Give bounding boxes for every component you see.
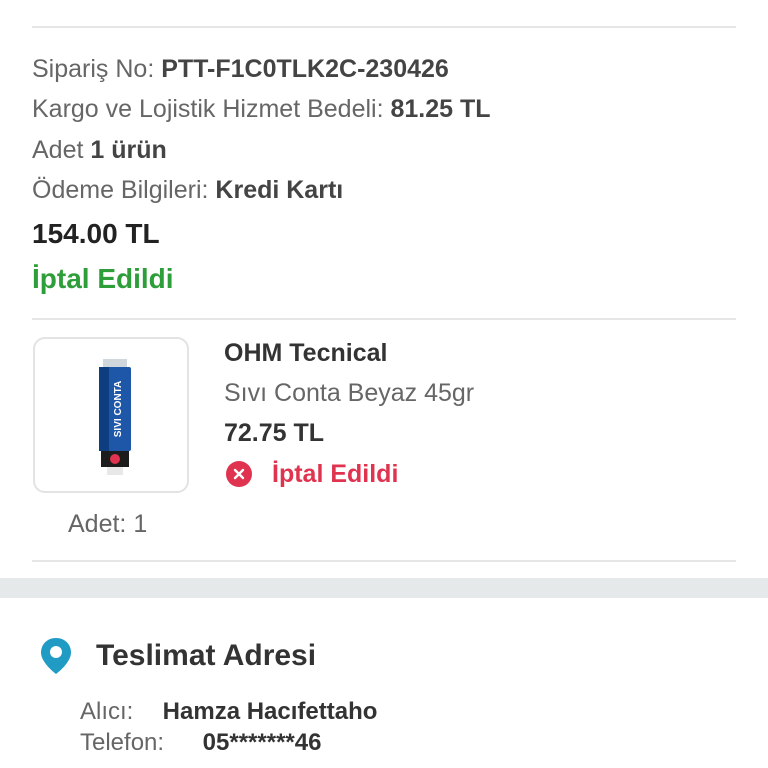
product-divider <box>32 560 736 562</box>
recipient-row: Alıcı: Hamza Hacıfettaho <box>80 696 377 728</box>
recipient-value: Hamza Hacıfettaho <box>162 698 378 725</box>
order-number-label: Sipariş No: <box>32 55 155 83</box>
phone-value: 05*******46 <box>202 729 322 756</box>
order-number-value: PTT-F1C0TLK2C-230426 <box>161 55 449 83</box>
payment-label: Ödeme Bilgileri: <box>32 176 209 204</box>
top-divider <box>32 26 736 28</box>
order-number-row: Sipariş No: PTT-F1C0TLK2C-230426 <box>32 52 449 86</box>
product-brand[interactable]: OHM Tecnical <box>224 336 387 370</box>
phone-label: Telefon: <box>80 729 165 756</box>
item-count-row: Adet 1 ürün <box>32 133 167 167</box>
product-image[interactable]: SIVI CONTA <box>33 337 189 493</box>
shipping-fee-row: Kargo ve Lojistik Hizmet Bedeli: 81.25 T… <box>32 92 491 126</box>
product-name[interactable]: Sıvı Conta Beyaz 45gr <box>224 376 474 410</box>
product-quantity: Adet: 1 <box>68 510 148 538</box>
product-status-label: İptal Edildi <box>272 459 399 488</box>
order-status: İptal Edildi <box>32 263 174 294</box>
payment-value: Kredi Kartı <box>215 176 344 204</box>
phone-row: Telefon: 05*******46 <box>80 727 321 759</box>
product-price: 72.75 TL <box>224 419 325 447</box>
item-count-value: 1 ürün <box>90 136 167 164</box>
item-count-label: Adet <box>32 136 84 164</box>
svg-text:SIVI CONTA: SIVI CONTA <box>113 381 124 437</box>
section-separator <box>0 578 768 598</box>
location-pin-icon <box>41 638 71 674</box>
order-total: 154.00 TL <box>32 218 160 249</box>
product-status: İptal Edildi <box>226 456 398 492</box>
sivi-conta-tube: SIVI CONTA <box>99 359 131 475</box>
shipping-fee-value: 81.25 TL <box>390 95 491 123</box>
delivery-address-title: Teslimat Adresi <box>96 639 317 672</box>
recipient-label: Alıcı: <box>80 698 134 725</box>
shipping-fee-label: Kargo ve Lojistik Hizmet Bedeli: <box>32 95 384 123</box>
tube-label: SIVI CONTA <box>113 381 124 437</box>
payment-row: Ödeme Bilgileri: Kredi Kartı <box>32 173 343 207</box>
x-circle-icon <box>226 461 252 487</box>
section-divider <box>32 318 736 320</box>
